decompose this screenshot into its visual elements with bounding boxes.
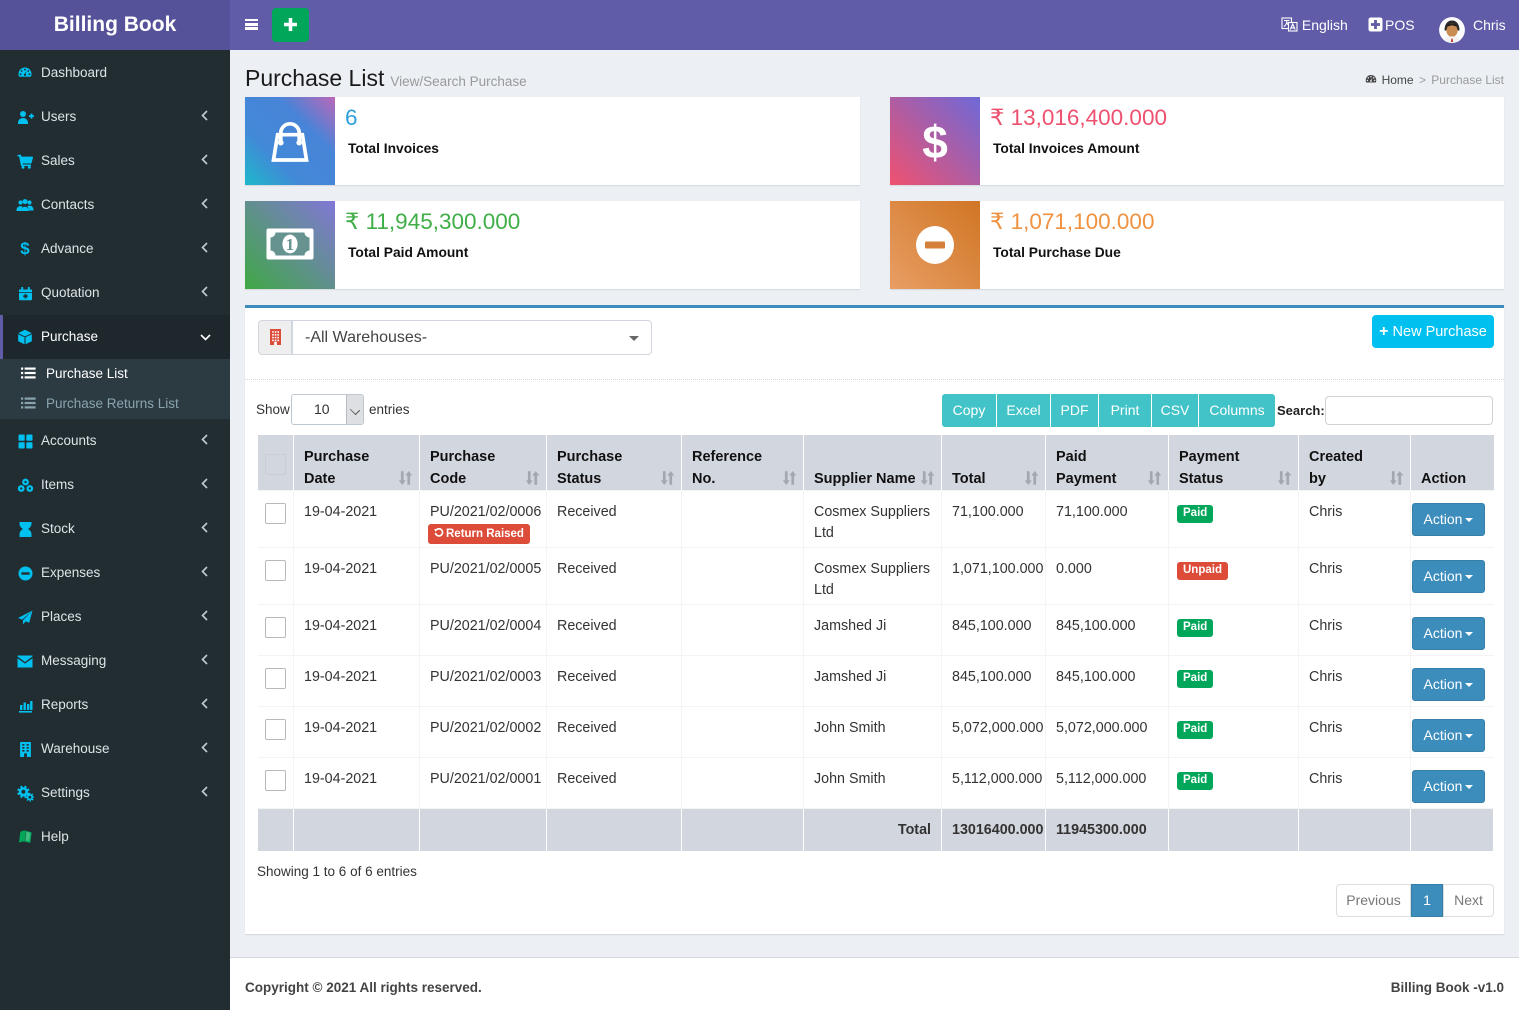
svg-text:1: 1 <box>286 235 295 254</box>
svg-text:$: $ <box>922 119 948 163</box>
